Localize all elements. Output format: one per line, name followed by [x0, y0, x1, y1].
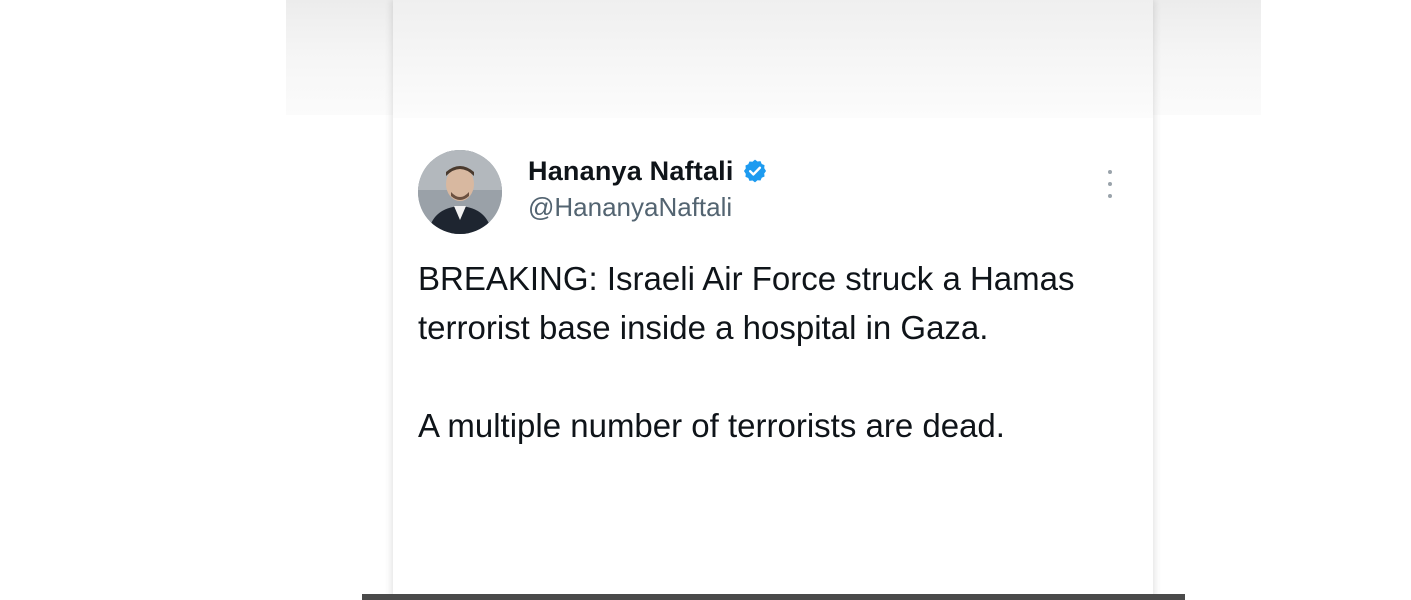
more-dot: [1108, 182, 1112, 186]
user-handle[interactable]: @HananyaNaftali: [528, 192, 768, 223]
author-block[interactable]: Hananya Naftali @HananyaNaftali: [528, 154, 768, 223]
tweet-text: BREAKING: Israeli Air Force struck a Ham…: [418, 254, 1138, 450]
tweet-paragraph: A multiple number of terrorists are dead…: [418, 407, 1005, 444]
video-progress-bar[interactable]: [362, 594, 1185, 600]
tweet-card[interactable]: Hananya Naftali @HananyaNaftali BREAKING…: [393, 0, 1153, 600]
screenshot-stage: Hananya Naftali @HananyaNaftali BREAKING…: [0, 0, 1411, 600]
verified-badge-icon: [742, 158, 768, 184]
tweet-paragraph: BREAKING: Israeli Air Force struck a Ham…: [418, 260, 1075, 346]
name-row: Hananya Naftali: [528, 154, 768, 188]
more-dot: [1108, 194, 1112, 198]
more-dot: [1108, 170, 1112, 174]
avatar[interactable]: [418, 150, 502, 234]
avatar-image: [418, 150, 502, 234]
more-options-icon[interactable]: [1100, 166, 1120, 202]
display-name[interactable]: Hananya Naftali: [528, 156, 734, 187]
card-top-area: [393, 0, 1153, 118]
